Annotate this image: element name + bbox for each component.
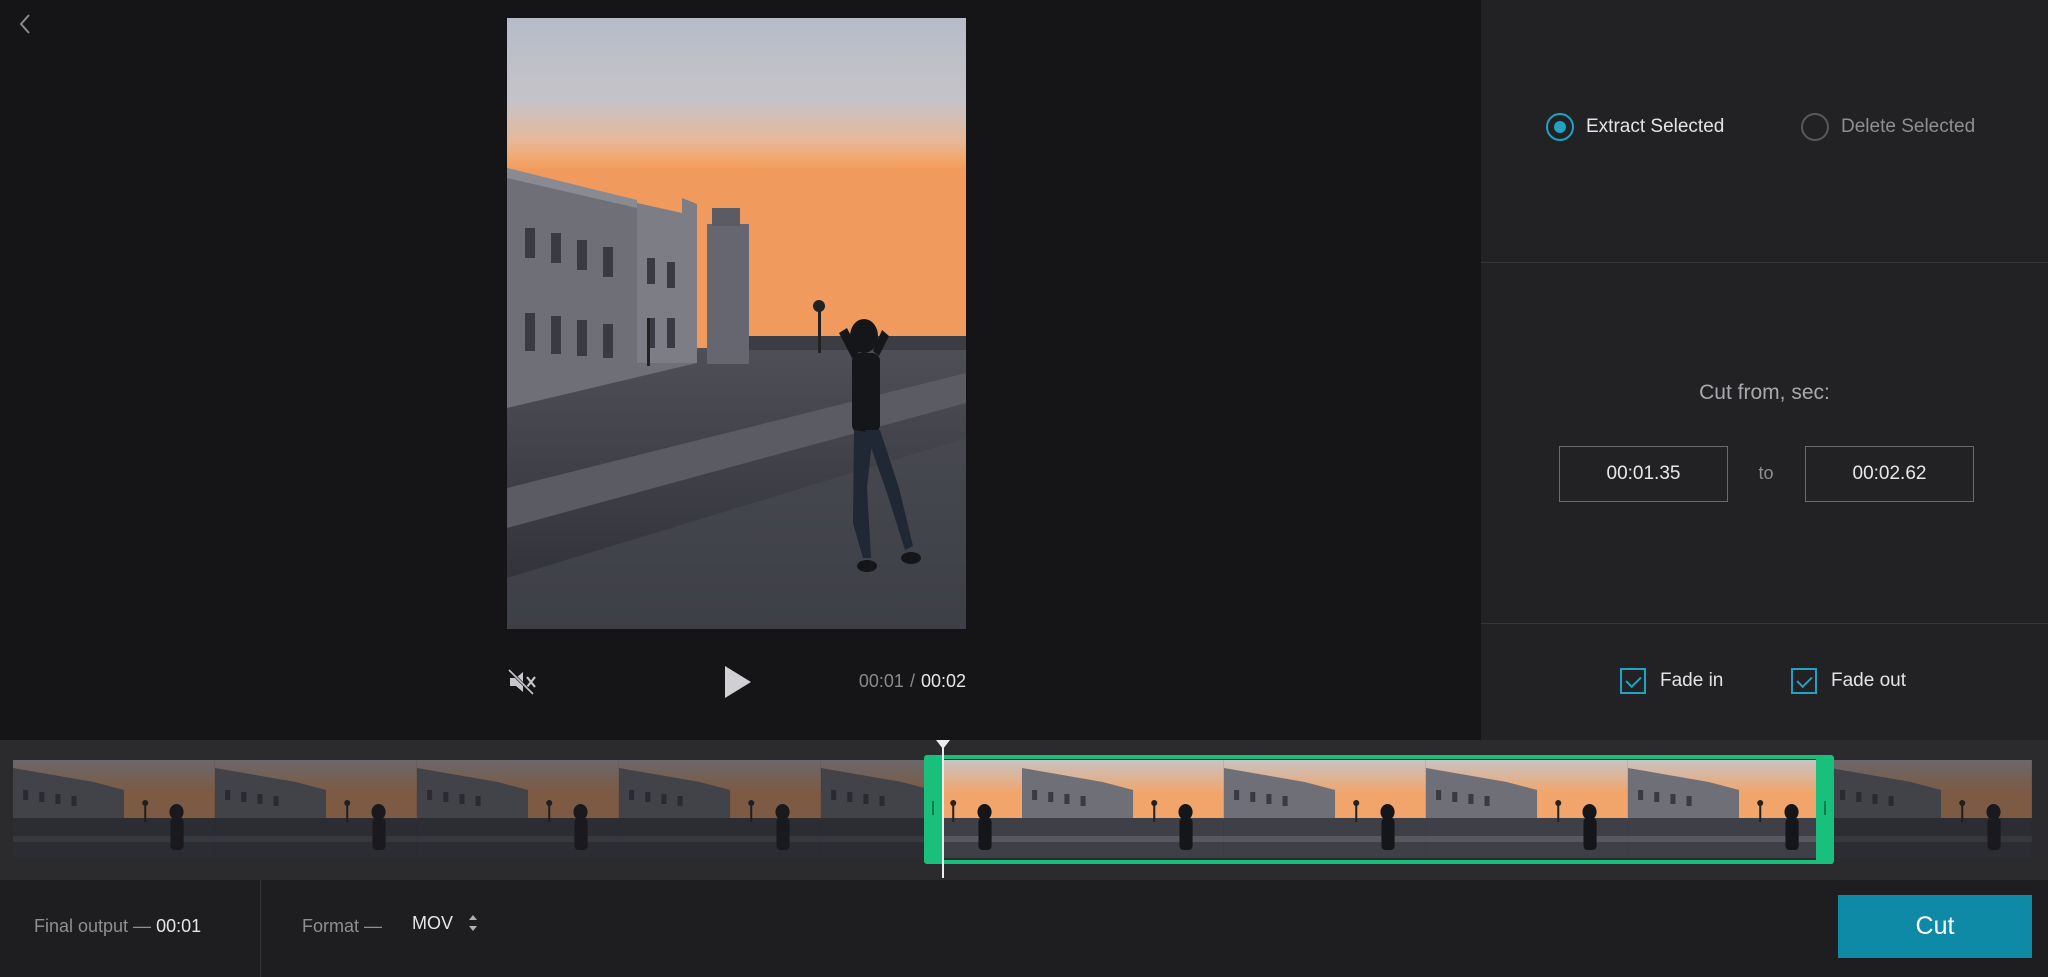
video-preview <box>507 18 966 629</box>
timeline-frame <box>214 760 417 858</box>
speaker-muted-icon <box>507 668 536 696</box>
timeline[interactable] <box>0 740 2048 880</box>
format-label: Format — <box>302 916 383 936</box>
total-time: 00:02 <box>920 671 966 691</box>
format-select[interactable]: MOV <box>412 912 479 934</box>
fade-in-label: Fade in <box>1660 670 1724 691</box>
delete-selected-radio[interactable]: Delete Selected <box>1801 113 1975 141</box>
sort-arrows-icon <box>469 915 478 931</box>
mute-button[interactable] <box>507 668 537 696</box>
cut-from-input[interactable] <box>1559 446 1728 502</box>
fade-section: Fade in Fade out <box>1481 624 2048 740</box>
preview-area: 00:01/00:02 <box>0 0 1481 740</box>
video-cutter-app: 00:01/00:02 Extract Selected Delete Sele… <box>0 0 2048 977</box>
divider <box>260 880 261 977</box>
play-button[interactable] <box>721 664 753 700</box>
mode-section: Extract Selected Delete Selected <box>1481 0 2048 263</box>
final-output-value: 00:01 <box>156 916 202 936</box>
play-icon <box>725 666 751 698</box>
cut-range-section: Cut from, sec: to <box>1481 263 2048 624</box>
timeline-frame <box>416 760 619 858</box>
current-time: 00:01 <box>858 671 904 691</box>
to-label: to <box>1758 463 1774 483</box>
player-controls: 00:01/00:02 <box>507 662 966 702</box>
playhead-line <box>942 740 944 878</box>
time-display: 00:01/00:02 <box>859 671 966 692</box>
timeline-frame <box>618 760 821 858</box>
final-output-label: Final output — <box>34 916 152 936</box>
cut-to-input[interactable] <box>1805 446 1974 502</box>
radio-label: Delete Selected <box>1841 116 1976 137</box>
back-button[interactable] <box>12 10 40 38</box>
cut-range-title: Cut from, sec: <box>1699 381 1830 404</box>
time-separator: / <box>909 671 915 691</box>
cut-button[interactable]: Cut <box>1838 895 2032 958</box>
bottom-bar: Final output — 00:01 Format — MOV Cut <box>0 880 2048 977</box>
checkmark-icon <box>1791 668 1817 694</box>
extract-selected-radio[interactable]: Extract Selected <box>1546 113 1724 141</box>
chevron-left-icon <box>19 14 30 34</box>
left-trim-handle[interactable] <box>932 801 934 815</box>
radio-dot-icon <box>1546 113 1574 141</box>
right-trim-handle[interactable] <box>1824 801 1826 815</box>
fade-out-label: Fade out <box>1831 670 1906 691</box>
fade-in-checkbox[interactable]: Fade in <box>1620 668 1723 694</box>
fade-out-checkbox[interactable]: Fade out <box>1791 668 1906 694</box>
timeline-frame <box>1830 760 2032 858</box>
final-output-info: Final output — 00:01 <box>34 916 201 937</box>
settings-panel: Extract Selected Delete Selected Cut fro… <box>1481 0 2048 740</box>
format-value: MOV <box>412 912 454 933</box>
radio-label: Extract Selected <box>1586 116 1725 137</box>
timeline-frame <box>13 760 215 858</box>
selection-range[interactable] <box>924 755 1834 864</box>
radio-dot-icon <box>1801 113 1829 141</box>
playhead-handle[interactable] <box>936 740 950 749</box>
checkmark-icon <box>1620 668 1646 694</box>
